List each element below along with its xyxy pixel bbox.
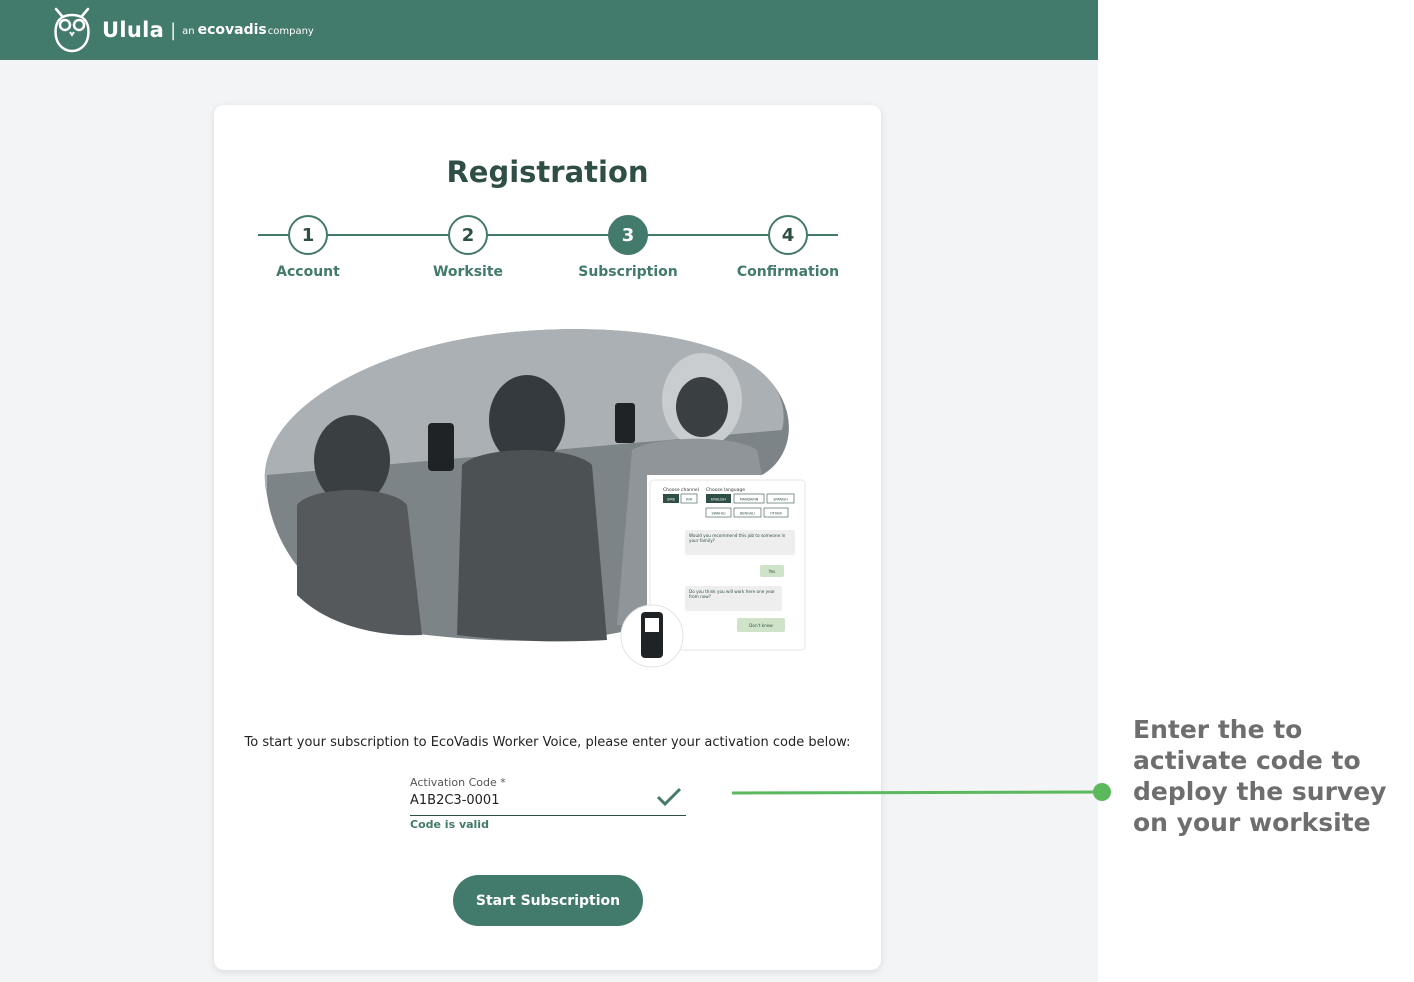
step-subscription: 3 Subscription [558,215,698,280]
chat-answer-text: Yes [768,569,776,574]
brand-an: an [182,26,195,37]
step-label: Worksite [432,264,504,280]
chat-answer-text: Don't know [749,623,773,628]
activation-code-field[interactable]: Activation Code * [410,776,686,816]
phone-icon [428,423,454,471]
step-label: Account [276,264,340,280]
registration-card: Registration 1 Account 2 Worksite 3 Subs… [214,105,881,970]
phone-icon [615,403,635,443]
feature-phone-screen [645,618,659,632]
check-icon [656,787,682,807]
chat-question-1: Would you recommend this job to someone … [689,533,786,544]
language-option-label: MANDARIN [740,498,759,502]
top-bar: Ulula | an ecovadis company [0,0,1098,60]
chat-question-text: Do you think you will work here one year… [689,589,775,600]
hero-illustration: Choose channel Choose language SMS IVR E… [264,329,806,668]
language-option-label: OTHER [770,512,782,516]
step-label: Subscription [578,264,678,280]
annotation-text: Enter the to activate code to deploy the… [1133,715,1387,837]
choose-channel-label: Choose channel [663,487,699,493]
chat-question-2: Do you think you will work here one year… [689,589,775,600]
start-subscription-button[interactable]: Start Subscription [453,875,643,926]
brand-ecovadis: ecovadis [197,22,267,38]
app-window: Ulula | an ecovadis company Registration… [0,0,1098,982]
step-confirmation: 4 Confirmation [718,215,858,280]
step-label: Confirmation [736,264,840,280]
channel-option-label: SMS [667,497,676,502]
person-body [297,490,422,636]
person-face [676,377,728,437]
language-option-label: SWAHILI [711,512,725,516]
language-option-label: ENGLISH [711,498,726,502]
brand-company: company [267,26,314,37]
activation-code-label: Activation Code * [410,776,506,789]
step-number: 4 [768,215,808,255]
choose-language-label: Choose language [706,487,745,493]
brand-name: Ulula [102,18,165,42]
activation-code-input[interactable] [410,793,630,808]
step-number: 1 [288,215,328,255]
language-option-label: BENGALI [740,512,755,516]
chat-question-text: Would you recommend this job to someone … [689,533,786,544]
annotation-line [731,790,1103,795]
page-title: Registration [446,155,649,189]
brand-separator: | [170,19,177,41]
language-option-label: SPANISH [773,498,788,502]
channel-option-label: IVR [686,497,693,502]
person-body [457,450,607,642]
code-valid-message: Code is valid [410,818,489,831]
registration-stepper: 1 Account 2 Worksite 3 Subscription 4 Co… [258,215,839,285]
step-account: 1 Account [238,215,378,280]
annotation-dot [1093,783,1111,801]
step-number: 3 [608,215,648,255]
step-worksite: 2 Worksite [398,215,538,280]
annotation-pointer [731,783,1111,801]
step-number: 2 [448,215,488,255]
owl-logo-icon [54,7,90,53]
instruction-text: To start your subscription to EcoVadis W… [244,735,851,750]
